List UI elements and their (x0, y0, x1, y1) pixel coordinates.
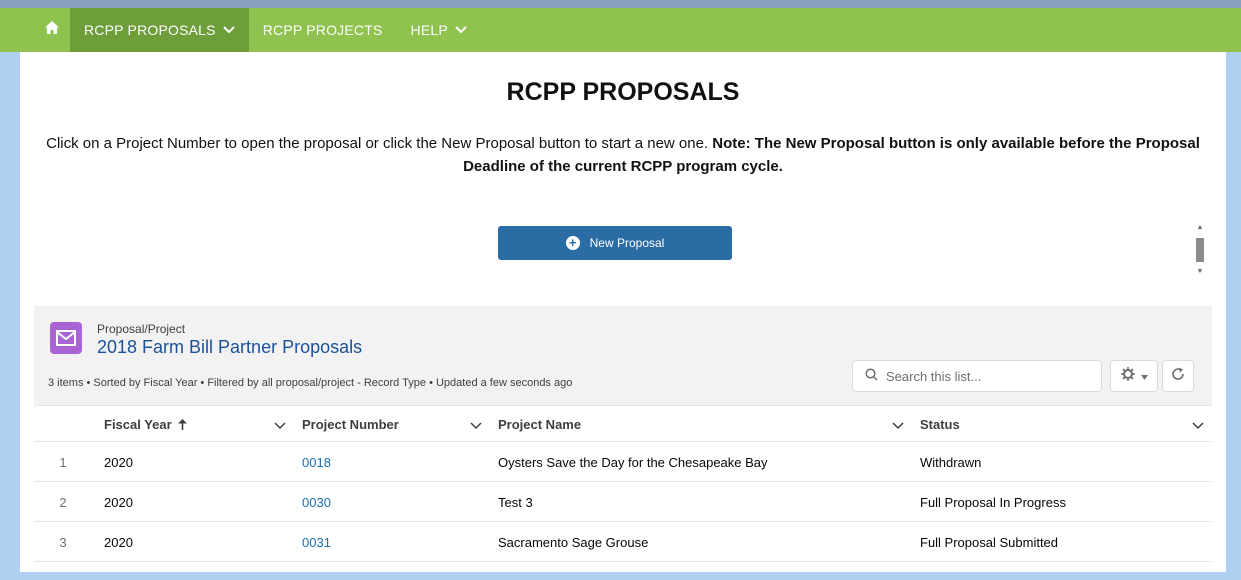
project-name-cell: Test 3 (498, 494, 533, 510)
chevron-down-icon[interactable] (1192, 418, 1204, 433)
column-header-label: Project Number (302, 416, 399, 432)
scroll-thumb[interactable] (1196, 238, 1204, 262)
table-row: 2 2020 0030 Test 3 Full Proposal In Prog… (34, 482, 1212, 522)
records-table: Fiscal Year Project Number Project Name (34, 406, 1212, 562)
intro-text: Click on a Project Number to open the pr… (20, 132, 1226, 178)
search-placeholder: Search this list... (886, 368, 982, 384)
refresh-button[interactable] (1162, 360, 1194, 392)
fiscal-year-cell: 2020 (104, 494, 133, 510)
project-number-cell: 0030 (302, 482, 331, 522)
arrow-up-icon (177, 418, 187, 430)
chevron-down-icon[interactable] (274, 418, 286, 433)
project-name-cell: Sacramento Sage Grouse (498, 534, 649, 550)
chevron-down-icon[interactable] (470, 418, 482, 433)
fiscal-year-cell: 2020 (104, 454, 133, 470)
table-row: 1 2020 0018 Oysters Save the Day for the… (34, 442, 1212, 482)
project-number-cell: 0018 (302, 442, 331, 482)
intro-plain-text: Click on a Project Number to open the pr… (46, 135, 713, 152)
envelope-icon (50, 322, 82, 354)
column-header-status[interactable]: Status (920, 406, 960, 442)
list-view: Proposal/Project 2018 Farm Bill Partner … (34, 306, 1212, 568)
status-cell: Withdrawn (920, 454, 982, 470)
object-label: Proposal/Project (97, 322, 186, 336)
list-view-controls-button[interactable] (1110, 360, 1158, 392)
column-header-label: Fiscal Year (104, 416, 172, 432)
new-proposal-label: New Proposal (589, 236, 665, 250)
window-top-border (0, 0, 1241, 8)
search-icon (865, 368, 878, 384)
chevron-down-icon[interactable] (892, 418, 904, 433)
row-number: 2 (59, 494, 67, 510)
project-name-cell: Oysters Save the Day for the Chesapeake … (498, 454, 768, 470)
project-number-cell: 0031 (302, 522, 331, 562)
nav-item-label: RCPP PROJECTS (262, 22, 383, 38)
list-view-header: Proposal/Project 2018 Farm Bill Partner … (34, 306, 1212, 406)
chevron-down-icon (222, 26, 235, 34)
nav-home[interactable] (34, 8, 70, 52)
column-header-fiscal-year[interactable]: Fiscal Year (104, 406, 187, 442)
nav-item-label: HELP (410, 22, 448, 38)
scroll-up-arrow-icon[interactable]: ▲ (1196, 224, 1204, 232)
main-content-panel: RCPP PROPOSALS Click on a Project Number… (20, 52, 1226, 572)
scroll-down-arrow-icon[interactable]: ▼ (1196, 268, 1204, 276)
status-cell: Full Proposal Submitted (920, 534, 1059, 550)
list-view-title[interactable]: 2018 Farm Bill Partner Proposals (97, 337, 362, 358)
status-cell: Full Proposal In Progress (920, 494, 1066, 510)
plus-circle-icon: + (565, 236, 580, 250)
nav-item-label: RCPP PROPOSALS (84, 22, 216, 38)
home-icon (45, 21, 59, 39)
column-header-label: Project Name (498, 416, 582, 432)
project-number-link[interactable]: 0030 (302, 495, 331, 510)
top-navigation-bar: RCPP PROPOSALS RCPP PROJECTS HELP (0, 8, 1241, 52)
page-title: RCPP PROPOSALS (506, 78, 740, 106)
project-number-link[interactable]: 0031 (302, 535, 331, 550)
column-header-project-number[interactable]: Project Number (302, 406, 399, 442)
caret-down-icon (1140, 367, 1148, 385)
fiscal-year-cell: 2020 (104, 534, 133, 550)
nav-item-rcpp-projects[interactable]: RCPP PROJECTS (249, 8, 397, 52)
list-view-meta: 3 items • Sorted by Fiscal Year • Filter… (48, 377, 573, 389)
table-header-row: Fiscal Year Project Number Project Name (34, 406, 1212, 442)
scrollbar[interactable]: ▲ ▼ (1194, 224, 1206, 278)
row-number: 3 (59, 534, 67, 550)
project-number-link[interactable]: 0018 (302, 455, 331, 470)
search-list-input[interactable]: Search this list... (852, 360, 1102, 392)
gear-icon (1120, 366, 1135, 386)
refresh-icon (1171, 367, 1185, 386)
chevron-down-icon (455, 26, 467, 34)
nav-item-rcpp-proposals[interactable]: RCPP PROPOSALS (70, 8, 249, 52)
row-number: 1 (59, 454, 67, 470)
column-header-label: Status (920, 416, 960, 432)
nav-item-help[interactable]: HELP (397, 8, 481, 52)
new-proposal-button[interactable]: + New Proposal (498, 226, 732, 260)
column-header-project-name[interactable]: Project Name (498, 406, 581, 442)
table-row: 3 2020 0031 Sacramento Sage Grouse Full … (34, 522, 1212, 562)
